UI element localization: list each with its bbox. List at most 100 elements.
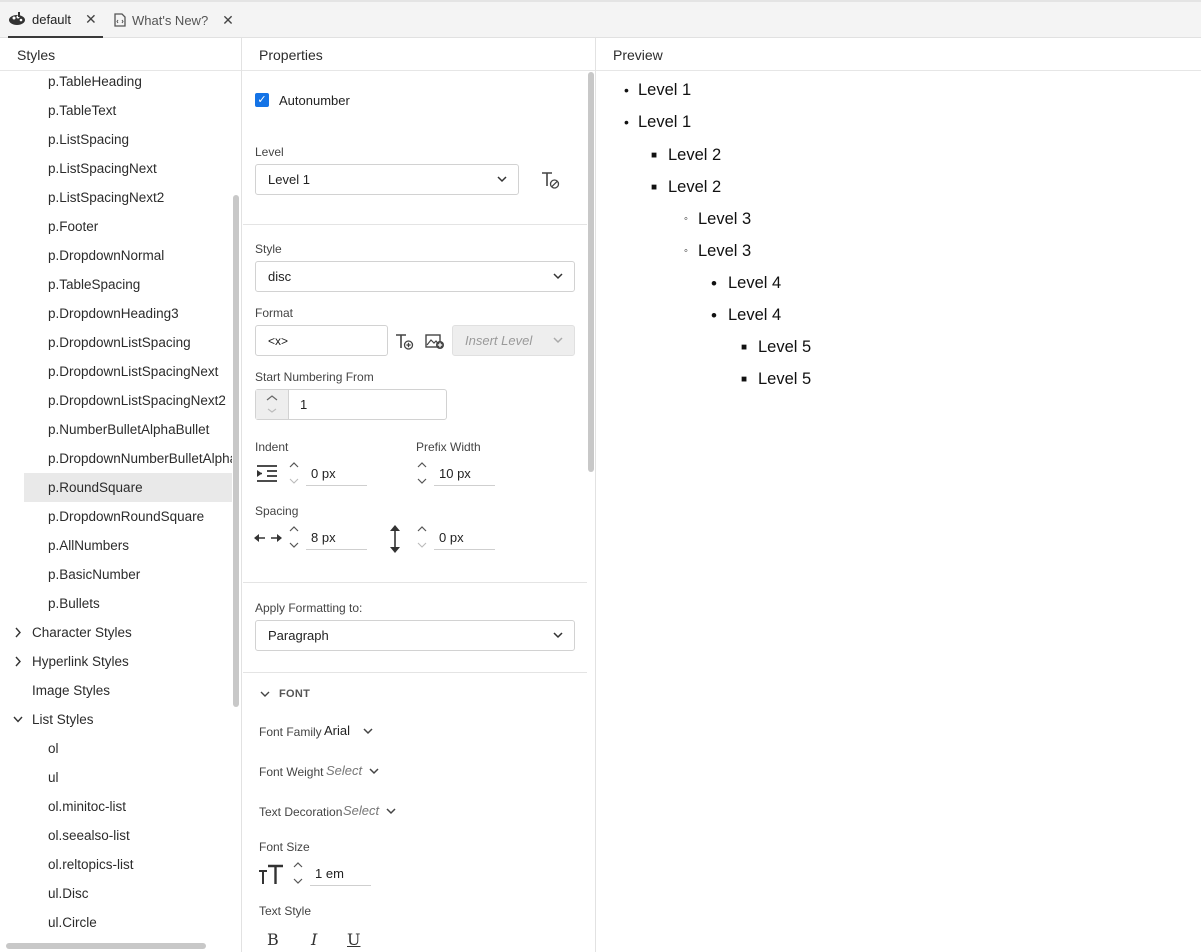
list-style-item[interactable]: ul.Circle <box>24 908 232 937</box>
square-bullet: ■ <box>741 374 748 385</box>
prefix-width-input[interactable]: 10 px <box>434 462 495 486</box>
apply-formatting-dropdown[interactable]: Paragraph <box>255 620 575 651</box>
autonumber-label: Autonumber <box>279 93 350 108</box>
styles-tree: p.TableHeading p.TableText p.ListSpacing… <box>0 71 232 941</box>
font-family-dropdown[interactable]: Arial <box>324 722 384 742</box>
start-numbering-value: 1 <box>300 397 308 412</box>
vertical-spacing-icon <box>386 524 404 554</box>
tab-default[interactable]: default ✕ <box>8 2 103 38</box>
tree-category-image-styles[interactable]: Image Styles <box>0 676 232 705</box>
style-item[interactable]: p.NumberBulletAlphaBullet <box>24 415 232 444</box>
start-numbering-stepper[interactable] <box>256 390 289 419</box>
tree-category-character-styles[interactable]: Character Styles <box>0 618 232 647</box>
font-size-stepper[interactable] <box>291 859 305 892</box>
circle-bullet: ◦ <box>684 245 688 257</box>
section-divider <box>243 224 587 225</box>
chevron-down-icon <box>385 804 397 821</box>
tab-whats-new-label: What's New? <box>132 12 209 28</box>
list-style-item[interactable]: ol.minitoc-list <box>24 792 232 821</box>
square-bullet: ■ <box>651 150 658 161</box>
list-style-item[interactable]: ol.seealso-list <box>24 821 232 850</box>
style-item-selected[interactable]: p.RoundSquare <box>24 473 232 502</box>
chevron-down-icon[interactable] <box>12 705 24 745</box>
style-item[interactable]: p.TableSpacing <box>24 270 232 299</box>
insert-level-placeholder: Insert Level <box>465 333 533 348</box>
italic-button[interactable]: I <box>311 930 317 949</box>
list-style-item[interactable]: ul.Disc <box>24 879 232 908</box>
list-style-item[interactable]: ol.reltopics-list <box>24 850 232 879</box>
style-item[interactable]: p.ListSpacing <box>24 125 232 154</box>
style-item[interactable]: p.DropdownHeading3 <box>24 299 232 328</box>
disc-bullet: • <box>624 114 629 130</box>
apply-formatting-value: Paragraph <box>268 628 329 643</box>
theme-palette-icon <box>8 12 26 26</box>
style-dropdown[interactable]: disc <box>255 261 575 292</box>
style-item[interactable]: p.DropdownListSpacingNext <box>24 357 232 386</box>
add-image-icon[interactable] <box>424 330 446 352</box>
list-style-item[interactable]: ul <box>24 763 232 792</box>
preview-item: Level 5 <box>758 370 812 388</box>
vertical-spacing-stepper[interactable] <box>415 523 429 556</box>
horizontal-spacing-icon <box>253 528 283 548</box>
format-input[interactable]: <x> <box>255 325 388 356</box>
preview-panel-title: Preview <box>596 38 1201 71</box>
properties-vertical-scrollbar[interactable] <box>588 72 594 472</box>
style-item[interactable]: p.DropdownRoundSquare <box>24 502 232 531</box>
prefix-width-stepper[interactable] <box>415 459 429 492</box>
preview-item: Level 2 <box>668 146 722 164</box>
font-size-input[interactable]: 1 em <box>310 862 371 886</box>
disc-bullet: • <box>711 274 717 293</box>
preview-item: Level 5 <box>758 338 812 356</box>
level-dropdown[interactable]: Level 1 <box>255 164 519 195</box>
style-item[interactable]: p.AllNumbers <box>24 531 232 560</box>
bold-button[interactable]: B <box>267 930 279 949</box>
vertical-spacing-input[interactable]: 0 px <box>434 526 495 550</box>
style-item[interactable]: p.ListSpacingNext <box>24 154 232 183</box>
square-bullet: ■ <box>651 182 658 193</box>
chevron-down-icon <box>362 724 374 741</box>
chevron-down-icon <box>552 326 564 366</box>
style-item[interactable]: p.TableHeading <box>24 71 232 96</box>
clear-formatting-icon[interactable] <box>538 168 562 192</box>
add-text-icon[interactable] <box>393 330 415 352</box>
close-icon[interactable]: ✕ <box>85 11 97 28</box>
font-family-value: Arial <box>324 723 351 738</box>
font-size-label: Font Size <box>259 840 310 854</box>
style-item[interactable]: p.DropdownNumberBulletAlphaBullet <box>24 444 232 473</box>
indent-stepper[interactable] <box>287 459 301 492</box>
tree-category-list-styles[interactable]: List Styles <box>0 705 232 734</box>
styles-horizontal-scrollbar[interactable] <box>6 943 206 949</box>
tab-whats-new[interactable]: What's New? ✕ <box>114 2 239 38</box>
style-item[interactable]: p.Bullets <box>24 589 232 618</box>
tab-bar: default ✕ What's New? ✕ <box>0 0 1201 38</box>
text-style-label: Text Style <box>259 904 312 918</box>
indent-label: Indent <box>255 440 289 454</box>
style-item[interactable]: p.BasicNumber <box>24 560 232 589</box>
style-item[interactable]: p.DropdownListSpacing <box>24 328 232 357</box>
style-item[interactable]: p.TableText <box>24 96 232 125</box>
start-numbering-label: Start Numbering From <box>255 370 374 384</box>
horizontal-spacing-stepper[interactable] <box>287 523 301 556</box>
panel-divider <box>595 38 596 952</box>
insert-level-dropdown[interactable]: Insert Level <box>452 325 575 356</box>
style-item[interactable]: p.DropdownListSpacingNext2 <box>24 386 232 415</box>
font-weight-dropdown[interactable]: Select <box>326 762 386 782</box>
list-style-item[interactable]: ol <box>24 734 232 763</box>
underline-button[interactable]: U <box>347 930 360 949</box>
style-value: disc <box>268 269 292 284</box>
preview-item: Level 1 <box>638 81 692 99</box>
tree-category-hyperlink-styles[interactable]: Hyperlink Styles <box>0 647 232 676</box>
text-decoration-value: Select <box>343 803 380 818</box>
autonumber-checkbox[interactable]: ✓ <box>255 93 269 107</box>
style-item[interactable]: p.DropdownNormal <box>24 241 232 270</box>
horizontal-spacing-input[interactable]: 8 px <box>306 526 367 550</box>
style-item[interactable]: p.ListSpacingNext2 <box>24 183 232 212</box>
styles-vertical-scrollbar[interactable] <box>233 195 239 707</box>
style-item[interactable]: p.Footer <box>24 212 232 241</box>
start-numbering-input[interactable]: 1 <box>255 389 447 420</box>
indent-input[interactable]: 0 px <box>306 462 367 486</box>
font-section-toggle[interactable]: FONT <box>259 687 379 703</box>
close-icon[interactable]: ✕ <box>222 12 234 29</box>
text-decoration-dropdown[interactable]: Select <box>343 802 403 822</box>
text-decoration-label: Text Decoration <box>259 805 343 819</box>
